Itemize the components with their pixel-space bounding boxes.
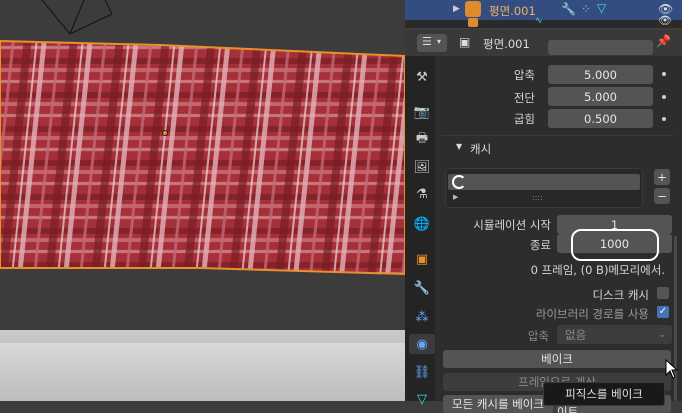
end-frame-label: 종료 (529, 238, 551, 252)
mesh-data-small-icon (468, 18, 478, 27)
cache-list[interactable]: ▶ :::: (445, 168, 643, 208)
scene-icon[interactable]: ⚗ (412, 184, 432, 204)
properties-content: 압축 5.000 전단 5.000 굽힘 0.500 ▼ 캐시 ▶ :::: +… (435, 40, 682, 413)
keyframe-dot-icon[interactable] (662, 117, 666, 121)
cache-compression-label: 압축 (527, 329, 549, 343)
mouse-cursor-icon (665, 359, 679, 379)
bending-field[interactable]: 0.500 (548, 109, 653, 128)
highlight-circle (571, 229, 659, 261)
cloth-plane[interactable] (0, 0, 405, 401)
checkmark-icon: ✓ (658, 306, 668, 317)
plus-icon: + (657, 170, 667, 184)
cache-compression-select[interactable]: 없음 ⌄ (557, 325, 672, 344)
add-cache-button[interactable]: + (654, 169, 670, 185)
cache-info-text: 0 프레임, (0 B)메모리에서. (530, 263, 665, 277)
outliner-object-name[interactable]: 평면.001 (489, 3, 536, 19)
outliner-row-selected[interactable]: ▶ 평면.001 🔧 ⁘ ▽ 👁 (405, 0, 682, 20)
modifier-wrench-icon[interactable]: 🔧 (561, 2, 576, 16)
object-square-icon: ▣ (459, 35, 471, 49)
3d-viewport[interactable] (0, 0, 405, 401)
properties-editor-icon: ☰ (422, 35, 432, 48)
sim-start-label: 시뮬레이션 시작 (473, 218, 551, 232)
tooltip: 피직스를 베이크 (543, 382, 665, 406)
compression-label: 압축 (513, 68, 535, 82)
expand-arrow-icon[interactable]: ▶ (453, 4, 460, 14)
cache-compression-value: 없음 (565, 327, 587, 342)
bake-all-caches-button[interactable]: 모든 캐시를 베이크 (443, 395, 553, 413)
modifier-icon[interactable]: 🔧 (412, 278, 432, 298)
cache-section-title[interactable]: 캐시 (470, 141, 491, 157)
tool-icon[interactable]: ⚒ (412, 67, 432, 87)
constraints-icon[interactable]: ⛓ (412, 362, 432, 382)
physics-icon[interactable]: ◉ (409, 334, 435, 354)
cache-list-item[interactable] (448, 174, 640, 190)
view-layer-icon[interactable]: 🖼 (412, 157, 432, 177)
disk-cache-label: 디스크 캐시 (592, 288, 649, 302)
data-icon[interactable]: ▽ (412, 389, 432, 409)
particles-icon[interactable]: ⁘ (581, 2, 591, 16)
list-resize-handle[interactable]: :::: (532, 193, 543, 202)
visibility-eye-icon[interactable]: 👁 (658, 14, 672, 27)
expand-arrow-icon[interactable]: ▶ (453, 193, 458, 201)
chevron-down-icon: ⌄ (658, 329, 666, 340)
shear-field[interactable]: 5.000 (548, 87, 653, 106)
editor-type-dropdown[interactable]: ☰ ▾ (417, 34, 447, 52)
compression-field[interactable]: 5.000 (548, 65, 653, 84)
chevron-down-icon: ▾ (437, 37, 442, 46)
library-path-checkbox[interactable]: ✓ (657, 306, 669, 318)
bending-label: 굽힘 (513, 112, 535, 126)
clipped-field (548, 40, 653, 55)
chevron-down-icon[interactable]: ▼ (456, 142, 462, 151)
properties-tabs: ⚒ 📷 🖶 🖼 ⚗ 🌐 ▣ 🔧 ⁂ ◉ ⛓ ▽ (405, 56, 435, 407)
pin-icon[interactable]: 📌 (656, 34, 671, 48)
divider (441, 135, 673, 136)
mesh-data-icon[interactable]: ▽ (597, 1, 606, 15)
minus-icon: − (657, 189, 667, 203)
outliner-row-child[interactable]: ∿ 👁 (405, 14, 682, 28)
object-icon[interactable]: ▣ (412, 249, 432, 269)
render-icon[interactable]: 📷 (412, 102, 432, 122)
shear-label: 전단 (513, 91, 535, 105)
output-icon[interactable]: 🖶 (412, 130, 432, 150)
keyframe-dot-icon[interactable] (662, 95, 666, 99)
bake-button[interactable]: 베이크 (443, 350, 671, 368)
data-link-icon: ∿ (535, 16, 543, 26)
library-path-label: 라이브러리 경로를 사용 (535, 307, 649, 321)
disk-cache-checkbox[interactable] (657, 287, 669, 299)
remove-cache-button[interactable]: − (654, 188, 670, 204)
cache-item-icon (452, 175, 466, 189)
particles-icon[interactable]: ⁂ (412, 307, 432, 327)
mesh-object-icon (465, 1, 481, 17)
keyframe-dot-icon[interactable] (662, 72, 666, 76)
world-icon[interactable]: 🌐 (412, 214, 432, 234)
header-object-name: 평면.001 (483, 37, 530, 51)
